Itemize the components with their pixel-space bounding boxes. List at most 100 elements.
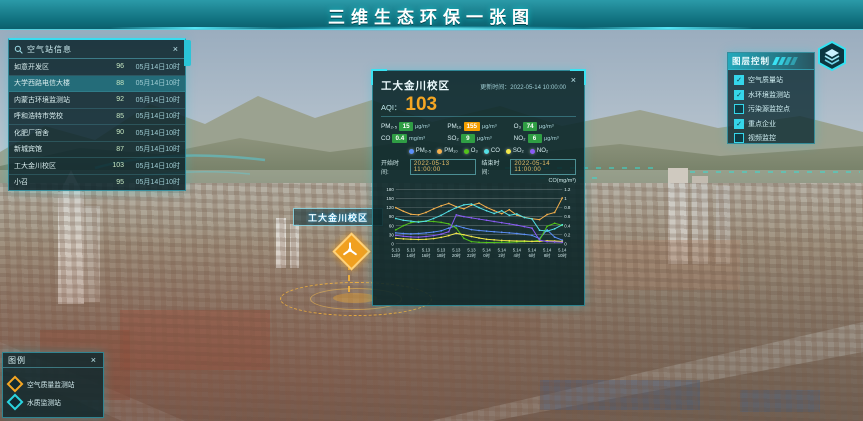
pollutant-trend-chart: 1801.215011200.8900.6600.4300.2005.1312时…	[381, 184, 576, 270]
station-aqi-value: 87	[104, 146, 124, 153]
layer-item[interactable]: ✓ 视频监控	[734, 133, 808, 143]
svg-text:5.1322时: 5.1322时	[467, 248, 477, 258]
chart-legend-item[interactable]: O₃	[464, 148, 478, 154]
pollutant-cell: PM₁₀ 155 μg/m³	[447, 122, 509, 131]
svg-text:5.1312时: 5.1312时	[391, 248, 401, 258]
layer-checkbox[interactable]: ✓	[734, 75, 744, 85]
map-marker-label[interactable]: 工大金川校区	[293, 208, 383, 226]
station-list-title: 空气站信息	[27, 44, 171, 55]
pollutant-cell: CO 0.4 mg/m³	[381, 134, 443, 143]
station-update-time: 05月14日10时	[124, 177, 180, 187]
layers-hexagon-icon[interactable]	[816, 40, 848, 72]
layer-checkbox[interactable]: ✓	[734, 104, 744, 114]
chart-legend-item[interactable]: PM₁₀	[437, 148, 458, 154]
station-name: 呼和浩特市党校	[14, 111, 104, 121]
layer-checkbox[interactable]: ✓	[734, 119, 744, 129]
pollutant-label: NO₂	[514, 135, 526, 142]
station-panel-collapse-handle[interactable]	[184, 40, 191, 66]
station-list-header: 空气站信息 ×	[9, 40, 185, 59]
chart-legend-item[interactable]: SO₂	[506, 148, 524, 154]
station-list-close-icon[interactable]: ×	[171, 44, 180, 54]
pollutant-value-chip: 9	[461, 134, 475, 143]
station-row[interactable]: 内蒙古环境监测站 92 05月14日10时	[9, 92, 185, 109]
svg-text:5.148时: 5.148时	[543, 248, 552, 258]
pollutant-value-chip: 6	[528, 134, 542, 143]
station-row[interactable]: 化肥厂宿舍 90 05月14日10时	[9, 125, 185, 142]
svg-text:1: 1	[564, 196, 567, 201]
end-time-input[interactable]: 2022-05-14 11:00:00	[510, 159, 576, 175]
legend-diamond-icon	[7, 376, 24, 393]
station-aqi-value: 96	[104, 63, 124, 70]
station-marker-icon	[340, 240, 360, 260]
end-time-label: 结束时间:	[482, 158, 505, 176]
station-row[interactable]: 如意开发区 96 05月14日10时	[9, 59, 185, 76]
legend-dot-icon	[437, 149, 442, 154]
svg-text:120: 120	[386, 205, 394, 210]
chart-legend-item[interactable]: CO	[484, 148, 500, 154]
legend-close-icon[interactable]: ×	[89, 355, 98, 365]
station-update-time: 05月14日10时	[124, 78, 180, 88]
aqi-popup-close-icon[interactable]: ×	[569, 75, 578, 85]
station-row[interactable]: 新城宾馆 87 05月14日10时	[9, 142, 185, 159]
pollutant-unit: μg/m³	[482, 123, 497, 129]
station-update-time: 05月14日10时	[124, 161, 180, 171]
legend-item: 水质监测站	[9, 396, 97, 408]
layer-label: 重点企业	[748, 119, 776, 129]
station-row[interactable]: 小召 95 05月14日10时	[9, 175, 185, 192]
layer-checkbox[interactable]: ✓	[734, 90, 744, 100]
pollutant-unit: μg/m³	[477, 135, 492, 141]
station-name: 大学西路电信大楼	[14, 78, 104, 88]
layer-item[interactable]: ✓ 水环境监测站	[734, 90, 808, 100]
station-name: 工大金川校区	[14, 161, 104, 171]
layer-checkbox[interactable]: ✓	[734, 133, 744, 143]
page-title: 三维生态环保一张图	[0, 3, 863, 28]
pollutant-label: O₃	[514, 123, 521, 130]
legend-dot-icon	[464, 149, 469, 154]
layer-label: 污染源监控点	[748, 104, 790, 114]
pollutant-value-chip: 155	[464, 122, 481, 131]
station-name: 小召	[14, 177, 104, 187]
station-update-time: 05月14日10时	[124, 144, 180, 154]
svg-text:5.146时: 5.146时	[528, 248, 537, 258]
station-update-time: 05月14日10时	[124, 128, 180, 138]
layer-panel-title: 图层控制	[732, 55, 770, 67]
station-row[interactable]: 呼和浩特市党校 85 05月14日10时	[9, 109, 185, 126]
station-aqi-value: 88	[104, 80, 124, 87]
svg-text:5.1316时: 5.1316时	[422, 248, 432, 258]
station-aqi-value: 95	[104, 179, 124, 186]
search-icon[interactable]	[14, 45, 23, 54]
aqi-update-time: 更新时间：2022-05-14 10:00:00	[480, 82, 576, 91]
station-row[interactable]: 工大金川校区 103 05月14日10时	[9, 158, 185, 175]
header-accent-left	[110, 27, 280, 29]
header-glow	[262, 26, 602, 31]
aqi-popup-titlebar: 工大金川校区 更新时间：2022-05-14 10:00:00	[381, 78, 576, 93]
checkmark-icon: ✓	[736, 91, 742, 99]
legend-label: NO₂	[537, 148, 548, 154]
svg-text:0.6: 0.6	[564, 214, 571, 219]
svg-text:5.144时: 5.144时	[513, 248, 522, 258]
chart-legend-item[interactable]: PM₂.₅	[409, 148, 431, 154]
svg-text:90: 90	[389, 214, 394, 219]
aqi-label: AQI：	[381, 102, 401, 113]
pollutant-label: SO₂	[447, 135, 459, 142]
station-aqi-value: 85	[104, 113, 124, 120]
header-stripes	[774, 57, 796, 65]
station-row[interactable]: 大学西路电信大楼 88 05月14日10时	[9, 76, 185, 93]
station-rows: 如意开发区 96 05月14日10时 大学西路电信大楼 88 05月14日10时…	[9, 59, 185, 191]
time-range-row: 开始时间: 2022-05-13 11:00:00 结束时间: 2022-05-…	[381, 158, 576, 176]
legend-dot-icon	[530, 149, 535, 154]
pollutant-unit: mg/m³	[409, 135, 425, 141]
layer-item[interactable]: ✓ 空气质量站	[734, 75, 808, 85]
aqi-popup: 工大金川校区 更新时间：2022-05-14 10:00:00 × AQI： 1…	[372, 70, 585, 306]
legend-label: CO	[491, 148, 500, 154]
svg-text:5.142时: 5.142时	[498, 248, 507, 258]
svg-text:5.140时: 5.140时	[482, 248, 491, 258]
chart-legend-item[interactable]: NO₂	[530, 148, 548, 154]
start-time-input[interactable]: 2022-05-13 11:00:00	[410, 159, 476, 175]
station-aqi-value: 92	[104, 96, 124, 103]
pollutant-label: PM₂.₅	[381, 123, 397, 130]
station-aqi-value: 90	[104, 129, 124, 136]
layer-item[interactable]: ✓ 污染源监控点	[734, 104, 808, 114]
legend-title: 图例	[8, 355, 89, 366]
layer-item[interactable]: ✓ 重点企业	[734, 119, 808, 129]
